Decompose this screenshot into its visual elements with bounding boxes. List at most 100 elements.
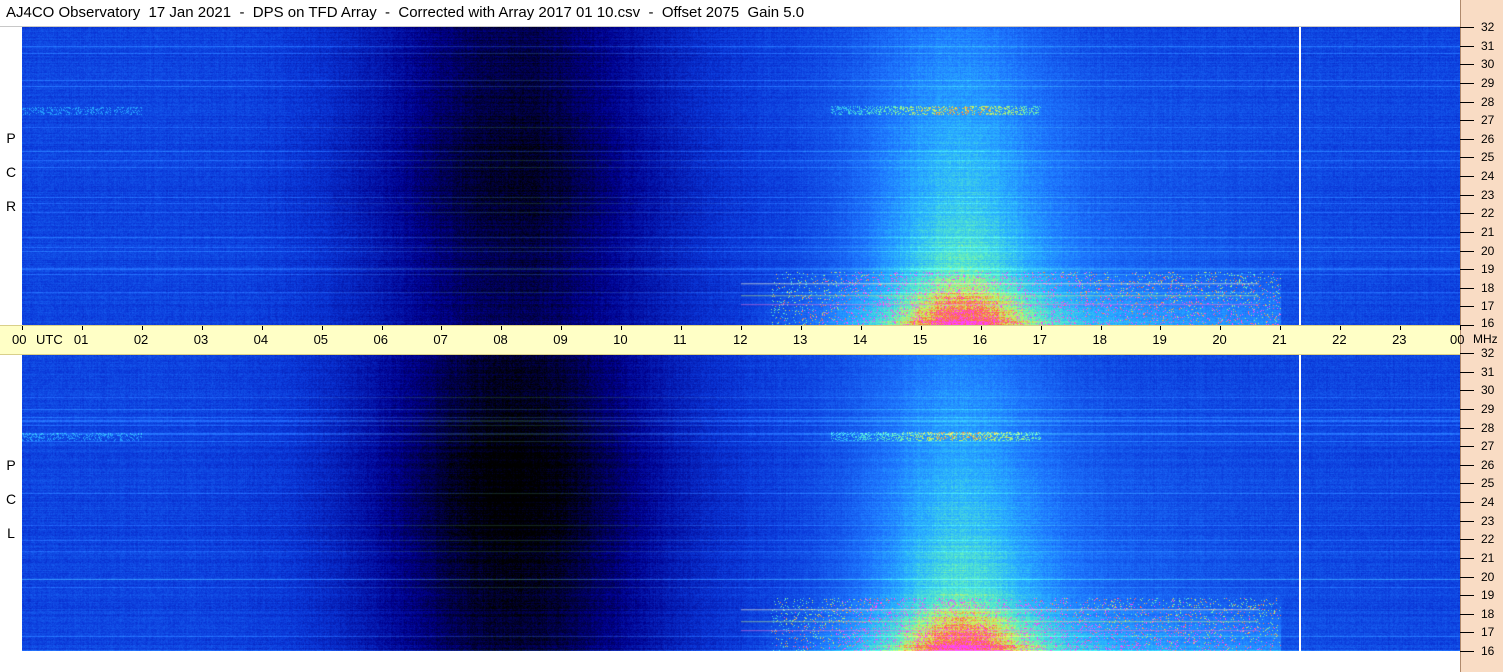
freq-tick-mark: [1460, 539, 1474, 540]
time-tick-label: 00: [1450, 332, 1465, 347]
freq-tick-label: 21: [1481, 225, 1495, 239]
freq-tick-mark: [1460, 83, 1474, 84]
time-tick-mark: [1160, 326, 1161, 330]
time-tick-mark: [1340, 326, 1341, 330]
time-tick-label: 00: [12, 332, 27, 347]
time-tick-mark: [801, 326, 802, 330]
rcp-letter-r: P: [6, 130, 16, 146]
time-tick-mark: [82, 326, 83, 330]
utc-label: UTC: [36, 332, 63, 347]
freq-tick-label: 21: [1481, 551, 1495, 565]
freq-tick-label: 25: [1481, 476, 1495, 490]
time-tick-label: 14: [852, 332, 868, 347]
freq-tick-label: 27: [1481, 439, 1495, 453]
freq-tick-label: 20: [1481, 570, 1495, 584]
freq-tick-label: 31: [1481, 365, 1495, 379]
freq-tick-mark: [1460, 120, 1474, 121]
freq-tick-label: 17: [1481, 299, 1495, 313]
freq-tick-label: 17: [1481, 625, 1495, 639]
time-tick-label: 18: [1092, 332, 1107, 347]
rcp-spectrogram-canvas: [22, 27, 1460, 325]
freq-tick-label: 22: [1481, 532, 1495, 546]
freq-tick-mark: [1460, 577, 1474, 578]
freq-tick-label: 32: [1481, 20, 1495, 34]
freq-tick-mark: [1460, 176, 1474, 177]
freq-tick-mark: [1460, 483, 1474, 484]
freq-tick-mark: [1460, 269, 1474, 270]
lcp-spectrogram: [22, 353, 1460, 651]
time-tick-mark: [741, 326, 742, 330]
time-tick-label: 13: [792, 332, 808, 347]
time-tick-mark: [382, 326, 383, 330]
time-tick-mark: [861, 326, 862, 330]
freq-tick-label: 29: [1481, 76, 1495, 90]
freq-tick-mark: [1460, 372, 1474, 373]
freq-tick-label: 28: [1481, 421, 1495, 435]
freq-tick-mark: [1460, 353, 1474, 354]
freq-tick-label: 27: [1481, 113, 1495, 127]
time-tick-mark: [1280, 326, 1281, 330]
freq-tick-label: 30: [1481, 57, 1495, 71]
time-tick-mark: [202, 326, 203, 330]
lcp-letter-c: C: [5, 491, 17, 507]
time-tick-mark: [1101, 326, 1102, 330]
freq-tick-label: 22: [1481, 206, 1495, 220]
time-tick-label: 03: [193, 332, 209, 347]
freq-tick-mark: [1460, 465, 1474, 466]
freq-tick-mark: [1460, 521, 1474, 522]
freq-tick-mark: [1460, 27, 1474, 28]
time-tick-label: 08: [493, 332, 508, 347]
time-axis: 00 01 02 03 04 05 06 07 08 09 10 11 12 13 14 15 16 17 18 19…: [0, 325, 1464, 355]
time-tick-label: 04: [253, 332, 269, 347]
freq-tick-mark: [1460, 428, 1474, 429]
freq-tick-mark: [1460, 502, 1474, 503]
time-tick-label: 07: [433, 332, 448, 347]
freq-tick-mark: [1460, 595, 1474, 596]
time-tick-mark: [681, 326, 682, 330]
time-tick-mark: [1460, 326, 1461, 330]
freq-tick-label: 18: [1481, 607, 1495, 621]
freq-tick-mark: [1460, 213, 1474, 214]
freq-tick-label: 19: [1481, 262, 1495, 276]
time-tick-label: 11: [673, 332, 687, 347]
time-tick-label: 09: [553, 332, 568, 347]
time-tick-mark: [322, 326, 323, 330]
time-tick-label: 06: [373, 332, 388, 347]
freq-tick-mark: [1460, 390, 1474, 391]
freq-tick-mark: [1460, 558, 1474, 559]
time-tick-label: 15: [912, 332, 928, 347]
time-tick-mark: [262, 326, 263, 330]
freq-tick-label: 24: [1481, 169, 1495, 183]
freq-tick-label: 16: [1481, 644, 1495, 658]
time-tick-label: 10: [613, 332, 628, 347]
freq-tick-label: 23: [1481, 514, 1495, 528]
time-tick-label: 19: [1152, 332, 1167, 347]
time-tick-mark: [561, 326, 562, 330]
time-tick-label: 23: [1392, 332, 1407, 347]
freq-tick-mark: [1460, 64, 1474, 65]
rcp-spectrogram: [22, 27, 1460, 325]
freq-tick-mark: [1460, 157, 1474, 158]
freq-tick-mark: [1460, 139, 1474, 140]
time-tick-label: 05: [313, 332, 329, 347]
lcp-letter-p: L: [7, 525, 15, 541]
freq-tick-label: 24: [1481, 495, 1495, 509]
time-tick-label: 01: [73, 332, 89, 347]
mhz-unit-label: MHz: [1473, 332, 1498, 346]
freq-tick-mark: [1460, 195, 1474, 196]
freq-tick-label: 32: [1481, 346, 1495, 360]
time-tick-label: 20: [1212, 332, 1227, 347]
time-tick-mark: [1400, 326, 1401, 330]
lcp-letter-l: P: [6, 457, 16, 473]
time-tick-mark: [1041, 326, 1042, 330]
time-tick-label: 12: [733, 332, 748, 347]
freq-tick-mark: [1460, 325, 1474, 326]
freq-tick-mark: [1460, 251, 1474, 252]
time-tick-mark: [621, 326, 622, 330]
time-tick-label: 16: [972, 332, 988, 347]
freq-tick-mark: [1460, 651, 1474, 652]
time-tick-mark: [142, 326, 143, 330]
freq-tick-mark: [1460, 102, 1474, 103]
freq-tick-label: 23: [1481, 188, 1495, 202]
freq-tick-mark: [1460, 232, 1474, 233]
